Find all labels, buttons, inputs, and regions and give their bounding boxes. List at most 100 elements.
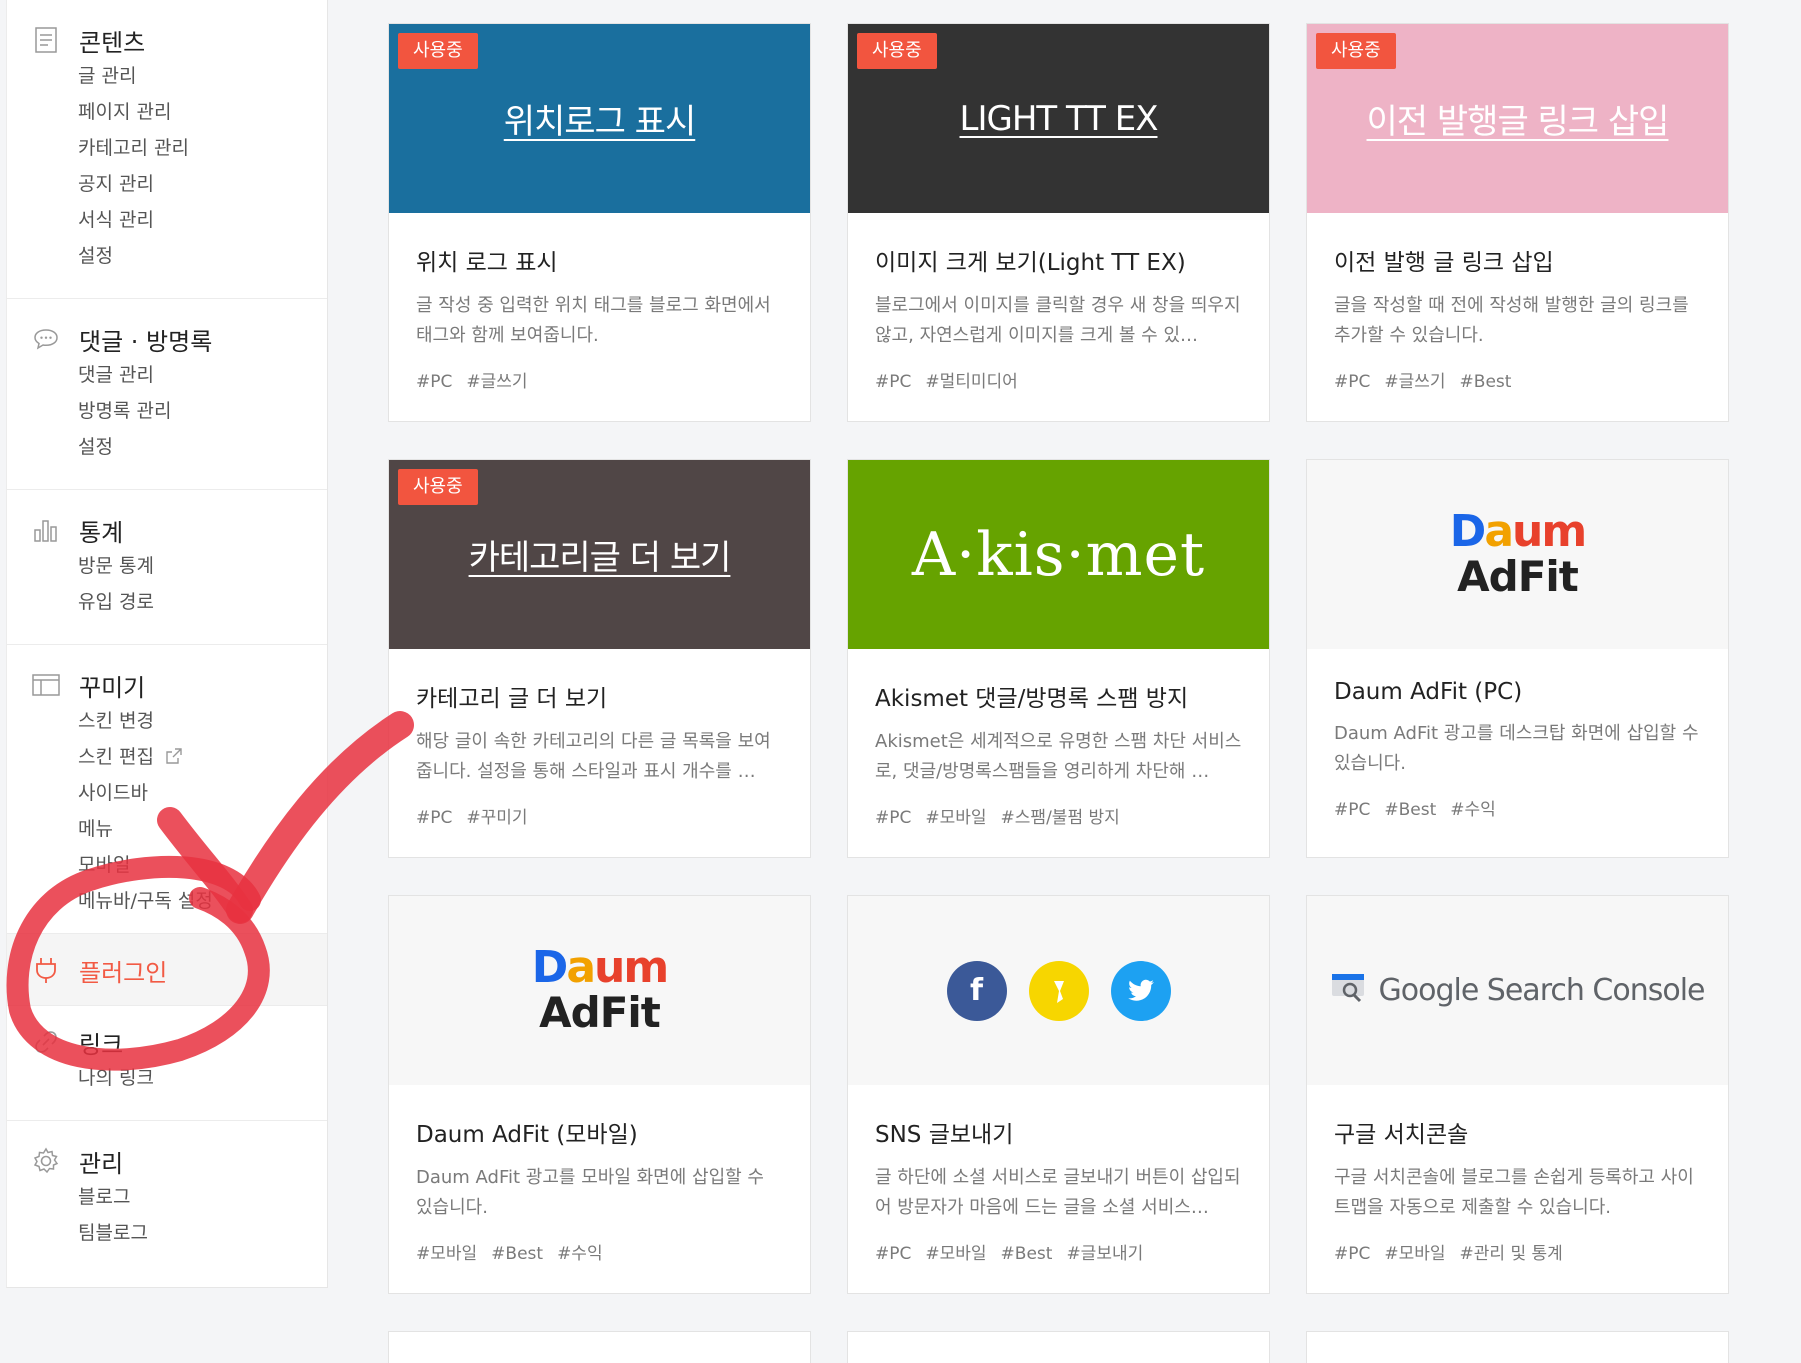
plugin-title: 이미지 크게 보기(Light TT EX) [875,250,1186,276]
plugin-card[interactable] [847,1331,1270,1363]
plugin-title: 이전 발행 글 링크 삽입 [1334,250,1554,276]
tag[interactable]: #모바일 [925,1244,986,1264]
plugin-thumbnail: 사용중 위치로그 표시 [389,24,810,213]
tag[interactable]: #글쓰기 [1384,372,1445,392]
tag[interactable]: #스팸/불펌 방지 [1001,808,1120,828]
menu-item-content-settings[interactable]: 설정 [7,238,327,274]
menu-item-team-blog[interactable]: 팀블로그 [7,1215,327,1251]
section-head-plugin[interactable]: 플러그인 [7,934,327,1006]
document-icon [31,25,61,55]
tag[interactable]: #관리 및 통계 [1460,1244,1563,1264]
plugin-thumbnail: Daum AdFit [1307,460,1728,649]
tag[interactable]: #Best [1384,800,1436,820]
daum-wordmark: Daum [531,941,669,993]
in-use-badge: 사용중 [398,33,478,69]
plugin-description: 글 작성 중 입력한 위치 태그를 블로그 화면에서 태그와 함께 보여줍니다. [416,295,771,346]
section-head-stats[interactable]: 통계 [7,512,327,548]
section-manage: 관리 블로그 팀블로그 [7,1121,327,1275]
section-comments: 댓글 · 방명록 댓글 관리 방명록 관리 설정 [7,299,327,490]
plugin-card[interactable]: A·kis·met Akismet 댓글/방명록 스팸 방지 Akismet은 … [847,459,1270,858]
menu-item-comments-settings[interactable]: 설정 [7,429,327,465]
menu-item-mobile[interactable]: 모바일 [7,847,327,883]
tag[interactable]: #모바일 [925,808,986,828]
menu-item-skin-edit[interactable]: 스킨 편집 [7,739,327,775]
tag[interactable]: #수익 [1450,800,1496,820]
menu-item-visit-stats[interactable]: 방문 통계 [7,548,327,584]
plugin-description: Daum AdFit 광고를 데스크탑 화면에 삽입할 수 있습니다. [1334,723,1699,774]
layout-icon [31,670,61,700]
tag[interactable]: #Best [1460,372,1512,392]
plugin-tags: #PC #글쓰기 #Best [1334,367,1701,392]
menu-item-my-links[interactable]: 나의 링크 [7,1060,327,1096]
menu-item-menubar-subscribe[interactable]: 메뉴바/구독 설정 [7,883,327,919]
section-head-content[interactable]: 콘텐츠 [7,22,327,58]
menu-item-notices[interactable]: 공지 관리 [7,166,327,202]
section-head-comments[interactable]: 댓글 · 방명록 [7,321,327,357]
tag[interactable]: #PC [875,1244,911,1264]
plugin-card[interactable] [388,1331,811,1363]
menu-item-skin-change[interactable]: 스킨 변경 [7,703,327,739]
tag[interactable]: #모바일 [416,1244,477,1264]
menu-item-blog[interactable]: 블로그 [7,1179,327,1215]
tag[interactable]: #수익 [557,1244,603,1264]
in-use-badge: 사용중 [398,469,478,505]
section-title: 꾸미기 [79,673,146,702]
plugin-title: 카테고리 글 더 보기 [416,686,608,712]
tag[interactable]: #PC [416,808,452,828]
menu-item-categories[interactable]: 카테고리 관리 [7,130,327,166]
facebook-icon: f [946,960,1007,1021]
plugin-description: 글 하단에 소셜 서비스로 글보내기 버튼이 삽입되어 방문자가 마음에 드는 … [875,1167,1241,1218]
menu-item-sidebar[interactable]: 사이드바 [7,775,327,811]
plugin-card[interactable]: Google Search Console 구글 서치콘솔 구글 서치콘솔에 블… [1306,895,1729,1294]
plugin-thumbnail: Daum AdFit [389,896,810,1085]
tag[interactable]: #꾸미기 [466,808,527,828]
external-link-icon [166,740,182,776]
menu-item-referrers[interactable]: 유입 경로 [7,584,327,620]
section-head-manage[interactable]: 관리 [7,1143,327,1179]
tag[interactable]: #PC [875,372,911,392]
section-link: 링크 나의 링크 [7,1006,327,1121]
search-console-icon [1330,970,1366,1012]
akismet-logo: A·kis·met [911,519,1206,590]
tag[interactable]: #PC [875,808,911,828]
bar-chart-icon [31,515,61,545]
plugin-tags: #PC #모바일 #관리 및 통계 [1334,1239,1701,1264]
plugin-card[interactable]: 사용중 위치로그 표시 위치 로그 표시 글 작성 중 입력한 위치 태그를 블… [388,23,811,422]
plugin-card[interactable]: Daum AdFit Daum AdFit (PC) Daum AdFit 광고… [1306,459,1729,858]
menu-item-guestbook[interactable]: 방명록 관리 [7,393,327,429]
plugin-card[interactable]: f SNS 글보내기 글 하단에 소셜 서비스로 글보내기 버튼이 삽입되어 방… [847,895,1270,1294]
plugin-card[interactable]: 사용중 LIGHT TT EX 이미지 크게 보기(Light TT EX) 블… [847,23,1270,422]
google-search-console-logo: Google Search Console [1330,970,1706,1012]
tag[interactable]: #PC [1334,800,1370,820]
tag[interactable]: #글쓰기 [466,372,527,392]
plugin-title: 위치 로그 표시 [416,250,558,276]
menu-item-menu[interactable]: 메뉴 [7,811,327,847]
tag[interactable]: #Best [1001,1244,1053,1264]
plugin-thumbnail: 사용중 이전 발행글 링크 삽입 [1307,24,1728,213]
tag[interactable]: #Best [491,1244,543,1264]
section-title: 통계 [79,518,124,547]
plugin-card[interactable]: 사용중 이전 발행글 링크 삽입 이전 발행 글 링크 삽입 글을 작성할 때 … [1306,23,1729,422]
plugin-title: Daum AdFit (모바일) [416,1122,638,1148]
section-head-link[interactable]: 링크 [7,1024,327,1060]
tag[interactable]: #모바일 [1384,1244,1445,1264]
menu-item-templates[interactable]: 서식 관리 [7,202,327,238]
tag[interactable]: #글보내기 [1066,1244,1143,1264]
thumbnail-title: 이전 발행글 링크 삽입 [1366,102,1670,142]
in-use-badge: 사용중 [857,33,937,69]
menu-item-posts[interactable]: 글 관리 [7,58,327,94]
tag[interactable]: #PC [1334,1244,1370,1264]
tag[interactable]: #PC [416,372,452,392]
plugin-thumbnail: Google Search Console [1307,896,1728,1085]
gsc-wordmark: Google Search Console [1378,973,1705,1008]
tag[interactable]: #PC [1334,372,1370,392]
section-stats: 통계 방문 통계 유입 경로 [7,490,327,645]
menu-item-comments[interactable]: 댓글 관리 [7,357,327,393]
plugin-card[interactable] [1306,1331,1729,1363]
plugin-card[interactable]: Daum AdFit Daum AdFit (모바일) Daum AdFit 광… [388,895,811,1294]
plugin-title: Daum AdFit (PC) [1334,679,1523,705]
plugin-card[interactable]: 사용중 카테고리글 더 보기 카테고리 글 더 보기 해당 글이 속한 카테고리… [388,459,811,858]
tag[interactable]: #멀티미디어 [925,372,1017,392]
section-head-design[interactable]: 꾸미기 [7,667,327,703]
menu-item-pages[interactable]: 페이지 관리 [7,94,327,130]
